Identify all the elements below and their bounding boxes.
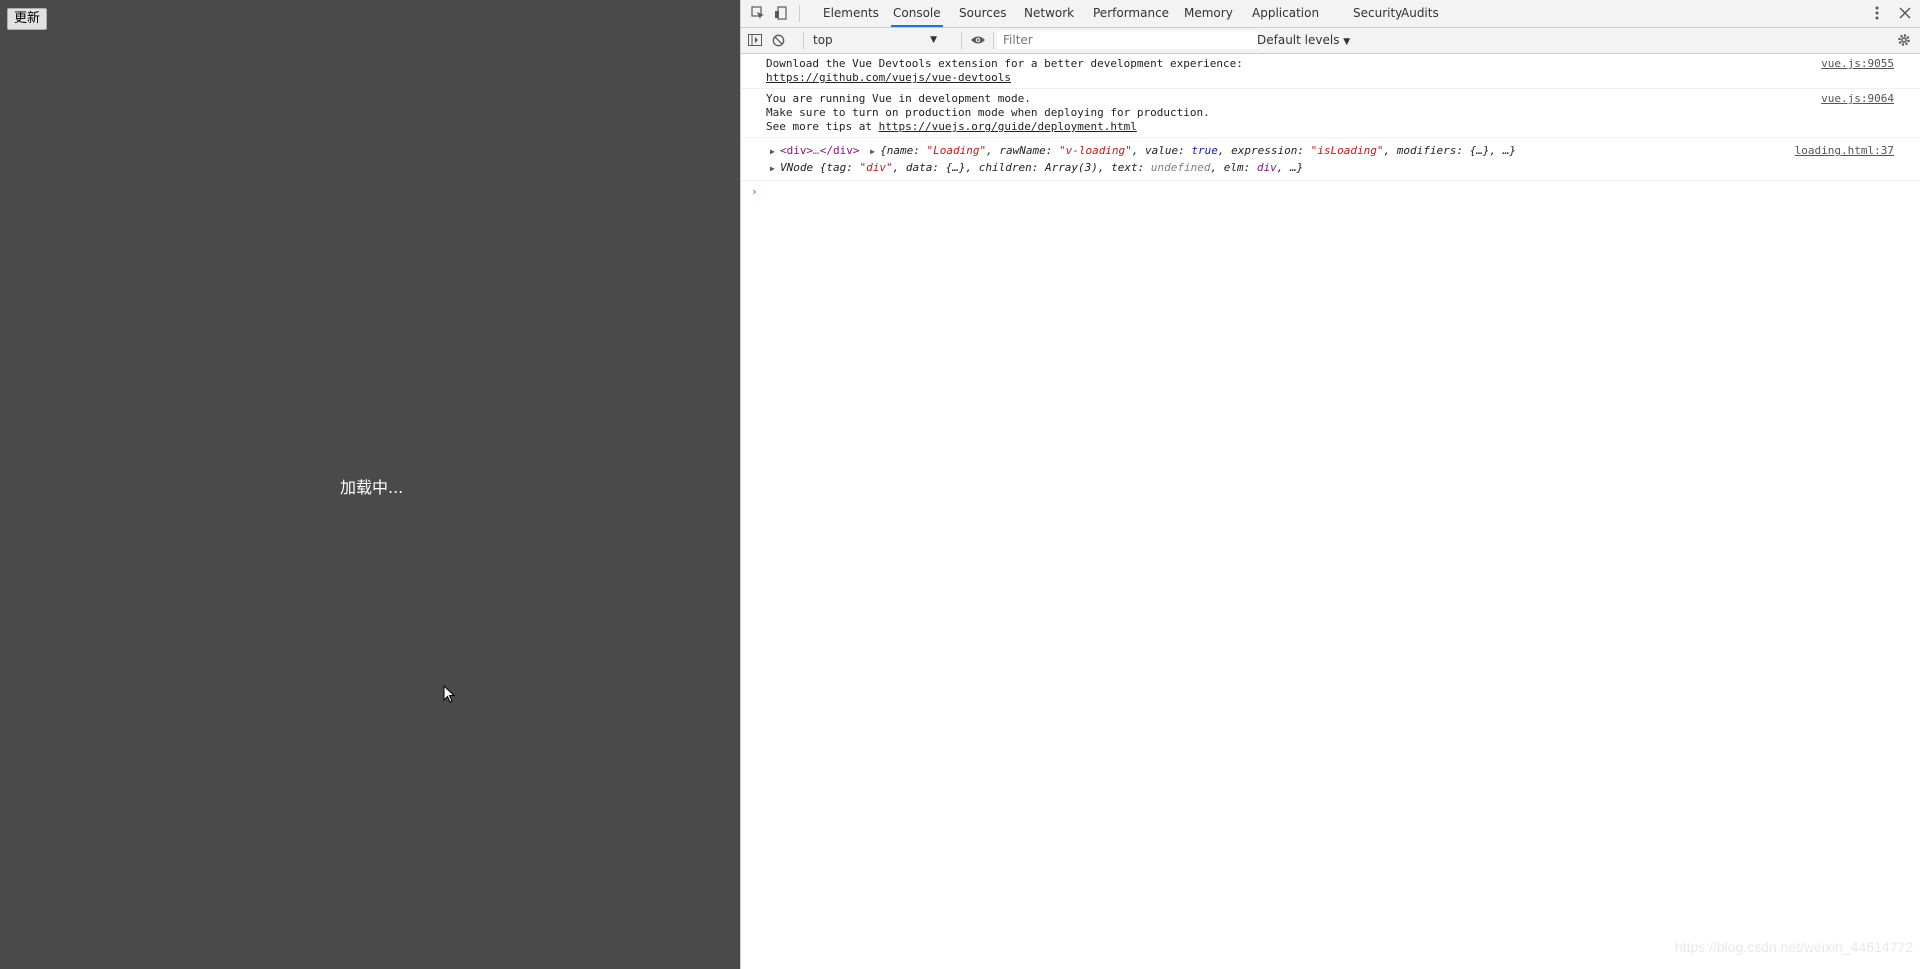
mouse-cursor-icon: [443, 684, 456, 708]
sidebar-toggle-icon[interactable]: [746, 31, 764, 49]
tab-elements[interactable]: Elements: [821, 0, 881, 27]
tab-memory[interactable]: Memory: [1182, 0, 1235, 27]
object-text: , expression:: [1217, 144, 1311, 157]
device-toolbar-icon[interactable]: [772, 4, 790, 22]
object-text: , modifiers: {…}, …}: [1383, 144, 1516, 157]
source-link[interactable]: vue.js:9064: [1821, 92, 1894, 106]
message-text: Download the Vue Devtools extension for …: [766, 57, 1243, 70]
object-text: , data: {…}, children: Array(3), text:: [892, 161, 1151, 174]
context-selector[interactable]: top ▼: [813, 31, 941, 50]
element-ellipsis: …: [813, 144, 820, 157]
close-icon[interactable]: [1896, 4, 1914, 22]
loading-text: 加载中...: [340, 478, 404, 497]
log-levels-dropdown[interactable]: Default levels ▼: [1257, 31, 1350, 50]
element-open-tag[interactable]: <div>: [780, 144, 813, 157]
devtools-panel: Elements Console Sources Network Perform…: [740, 0, 1920, 969]
clear-console-icon[interactable]: [769, 31, 787, 49]
source-link[interactable]: vue.js:9055: [1821, 57, 1894, 71]
prompt-chevron-icon: ›: [751, 185, 758, 198]
expand-triangle-icon[interactable]: ▶: [770, 162, 780, 176]
more-options-icon[interactable]: [1868, 4, 1886, 22]
vnode-label: VNode: [780, 161, 814, 174]
tab-application[interactable]: Application: [1250, 0, 1321, 27]
console-output: Download the Vue Devtools extension for …: [741, 54, 1920, 198]
tab-security[interactable]: Security: [1351, 0, 1404, 27]
live-expression-eye-icon[interactable]: [969, 31, 987, 49]
message-link[interactable]: https://github.com/vuejs/vue-devtools: [766, 71, 1011, 84]
object-string: "Loading": [926, 144, 987, 157]
object-element: div: [1256, 161, 1277, 174]
console-settings-gear-icon[interactable]: [1895, 31, 1913, 49]
tab-console[interactable]: Console: [891, 0, 943, 27]
object-text: , …}: [1276, 161, 1304, 174]
console-message: You are running Vue in development mode.…: [741, 89, 1920, 138]
expand-triangle-icon[interactable]: ▶: [770, 145, 780, 159]
element-close-tag: </div>: [819, 144, 860, 157]
object-keyword: true: [1191, 144, 1218, 157]
object-text: {tag:: [819, 161, 860, 174]
console-prompt[interactable]: ›: [741, 181, 1920, 198]
object-string: "isLoading": [1310, 144, 1384, 157]
object-preview[interactable]: {name: "Loading", rawName: "v-loading", …: [880, 144, 1516, 157]
object-text: , rawName:: [986, 144, 1059, 157]
tab-sources[interactable]: Sources: [957, 0, 1008, 27]
watermark: https://blog.csdn.net/weixin_44614772: [1674, 939, 1913, 955]
console-toolbar: top ▼ Default levels ▼: [741, 28, 1920, 54]
object-text: , value:: [1131, 144, 1192, 157]
dropdown-arrow-icon: ▼: [930, 35, 937, 45]
message-link[interactable]: https://vuejs.org/guide/deployment.html: [879, 120, 1137, 133]
separator: [961, 32, 962, 49]
object-text: , elm:: [1210, 161, 1257, 174]
separator: [993, 32, 994, 49]
message-text: Make sure to turn on production mode whe…: [766, 106, 1210, 119]
devtools-tabbar: Elements Console Sources Network Perform…: [741, 0, 1920, 28]
dropdown-arrow-icon: ▼: [1343, 37, 1351, 47]
object-string: "div": [859, 161, 893, 174]
context-value: top: [813, 33, 833, 47]
separator: [803, 32, 804, 49]
message-text: See more tips at: [766, 120, 879, 133]
tab-audits[interactable]: Audits: [1399, 0, 1441, 27]
message-text: You are running Vue in development mode.: [766, 92, 1031, 105]
tab-performance[interactable]: Performance: [1091, 0, 1171, 27]
vnode-preview[interactable]: VNode {tag: "div", data: {…}, children: …: [780, 161, 1303, 174]
console-message: ▶ <div>…</div> ▶ {name: "Loading", rawName…: [741, 138, 1920, 181]
console-message: Download the Vue Devtools extension for …: [741, 54, 1920, 89]
separator: [799, 5, 800, 22]
object-string: "v-loading": [1058, 144, 1132, 157]
tab-network[interactable]: Network: [1022, 0, 1076, 27]
web-page-viewport: 更新 加载中...: [0, 0, 740, 969]
inspect-element-icon[interactable]: [749, 4, 767, 22]
update-button[interactable]: 更新: [7, 8, 48, 30]
filter-input[interactable]: [997, 31, 1259, 49]
expand-triangle-icon[interactable]: ▶: [870, 145, 880, 159]
source-link[interactable]: loading.html:37: [1795, 144, 1894, 158]
log-levels-label: Default levels: [1257, 33, 1340, 47]
object-undefined: undefined: [1150, 161, 1211, 174]
object-text: {name:: [880, 144, 927, 157]
